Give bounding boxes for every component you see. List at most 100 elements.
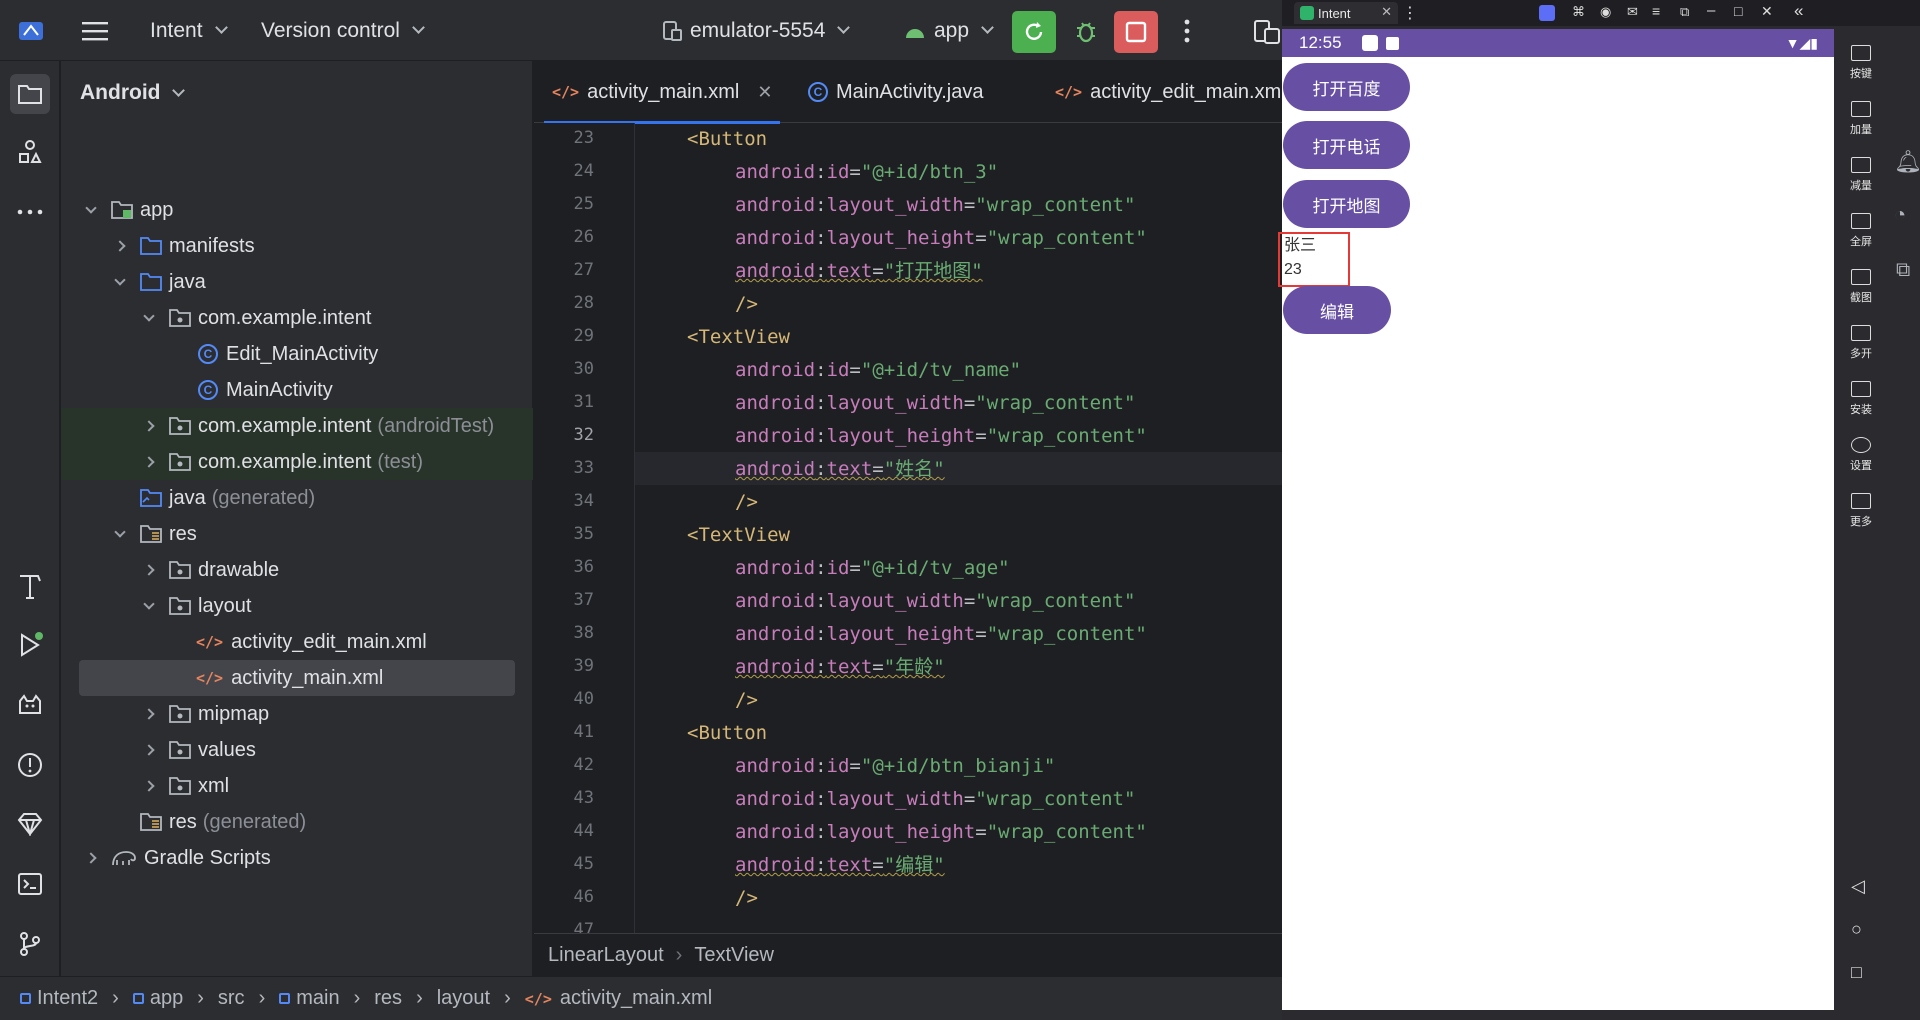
tree-node-package-androidtest[interactable]: com.example.intent (androidTest) [61,408,533,444]
tab-activity-main-xml[interactable]: </> activity_main.xml ✕ [543,61,781,124]
tree-node-gradle-scripts[interactable]: Gradle Scripts [61,840,533,876]
module-icon [20,993,31,1004]
code-line: <Button [687,722,768,744]
close-icon[interactable]: ✕ [1381,4,1392,20]
more-vert-icon[interactable]: ⋮ [1402,3,1418,23]
tree-node-mipmap[interactable]: mipmap [61,696,533,732]
breadcrumb-item[interactable]: TextView [694,944,774,967]
run-config-selector[interactable]: app [904,0,994,61]
logcat-icon[interactable] [10,685,50,725]
project-view-selector[interactable]: Android [80,81,186,105]
build-icon[interactable] [10,566,50,606]
vcs-widget[interactable]: Version control [261,0,425,61]
notification-a-icon [1385,36,1399,50]
rerun-button[interactable] [1012,11,1056,53]
tab-activity-edit-main-xml[interactable]: </> activity_edit_main.xm [1055,61,1281,123]
open-baidu-button[interactable]: 打开百度 [1283,63,1410,111]
tree-node-java[interactable]: java [61,264,533,300]
terminal-icon[interactable] [10,864,50,904]
more-button[interactable]: 更多 [1834,493,1888,529]
copy-icon[interactable]: ⧉ [1896,259,1910,282]
mail-icon[interactable]: ✉ [1627,4,1638,20]
status-path-item[interactable]: main [279,987,340,1010]
emulator-app-tab[interactable]: Intent ✕ [1294,2,1398,24]
tree-node-app[interactable]: app [61,192,533,228]
tree-node-edit-mainactivity[interactable]: C Edit_MainActivity [61,336,533,372]
open-phone-button[interactable]: 打开电话 [1283,121,1410,169]
git-branch-icon[interactable] [10,924,50,964]
tree-node-values[interactable]: values [61,732,533,768]
status-path-item[interactable]: res [374,987,402,1010]
resource-folder-icon [140,812,162,832]
status-path-item[interactable]: Intent2 [20,987,98,1010]
close-icon[interactable]: ✕ [757,82,772,103]
resource-manager-icon[interactable] [10,132,50,172]
status-path-item[interactable]: </> activity_main.xml [525,987,712,1010]
edit-button[interactable]: 编辑 [1283,286,1391,334]
tree-node-activity-edit-main-xml[interactable]: </> activity_edit_main.xml [61,624,533,660]
tree-node-drawable[interactable]: drawable [61,552,533,588]
volume-up-button[interactable]: 加量 [1834,101,1888,137]
boost-icon[interactable] [1539,5,1555,21]
status-path-item[interactable]: layout [437,987,490,1010]
keymap-button[interactable]: 按键 [1834,45,1888,81]
code-area[interactable]: <Button android:id="@+id/btn_3" android:… [634,123,1282,933]
more-tool-windows-icon[interactable] [10,192,50,232]
tree-label: activity_edit_main.xml [231,630,427,653]
chevron-down-icon [112,525,128,542]
stop-button[interactable] [1114,11,1158,53]
recents-square-icon[interactable]: □ [1851,962,1862,983]
problems-icon[interactable] [10,745,50,785]
xml-file-icon: </> [524,989,552,1008]
gem-icon[interactable] [10,804,50,844]
project-widget[interactable]: Intent [150,0,228,61]
tree-node-xml[interactable]: xml [61,768,533,804]
tree-node-manifests[interactable]: manifests [61,228,533,264]
tree-node-package[interactable]: com.example.intent [61,300,533,336]
tree-node-res[interactable]: res [61,516,533,552]
tree-node-java-generated[interactable]: java (generated) [61,480,533,516]
settings-button[interactable]: 设置 [1834,437,1888,473]
tab-mainactivity-java[interactable]: C MainActivity.java [808,61,983,123]
tree-node-layout[interactable]: layout [61,588,533,624]
tree-node-activity-main-xml[interactable]: </> activity_main.xml [79,660,515,696]
status-path-item[interactable]: app [132,987,183,1010]
package-icon [169,704,191,724]
fullscreen-button[interactable]: 全屏 [1834,213,1888,249]
back-triangle-icon[interactable]: ◁ [1851,876,1865,897]
debug-icon[interactable] [1073,0,1099,61]
tree-node-res-generated[interactable]: res (generated) [61,804,533,840]
home-circle-icon[interactable]: ○ [1851,919,1862,940]
account-icon[interactable]: ◉ [1600,4,1611,20]
project-folder-icon[interactable] [10,74,50,114]
tree-label: MainActivity [226,378,333,401]
minimize-icon[interactable]: – [1707,2,1715,19]
status-path-item[interactable]: src [218,987,245,1010]
run-icon[interactable] [10,625,50,665]
volume-down-button[interactable]: 减量 [1834,157,1888,193]
line-number: 28 [573,293,594,313]
device-selector[interactable]: emulator-5554 [662,0,851,61]
menu-icon[interactable]: ≡ [1652,3,1660,19]
breadcrumb-item[interactable]: LinearLayout [548,944,664,967]
tree-node-mainactivity[interactable]: C MainActivity [61,372,533,408]
open-map-button[interactable]: 打开地图 [1283,180,1410,228]
gamepad-icon[interactable]: ⌘ [1572,4,1585,20]
notifications-icon[interactable]: 🔔︎ [1894,149,1920,175]
restore-icon[interactable]: ⧉ [1680,4,1689,20]
close-icon[interactable]: ✕ [1761,3,1773,20]
install-apk-button[interactable]: 安装 [1834,381,1888,417]
screenshot-button[interactable]: 截图 [1834,269,1888,305]
maximize-icon[interactable]: □ [1734,3,1742,19]
class-icon: C [808,82,828,102]
device-manager-icon[interactable] [1253,0,1281,61]
tree-node-package-test[interactable]: com.example.intent (test) [61,444,533,480]
multi-instance-button[interactable]: 多开 [1834,325,1888,361]
android-studio-logo-icon[interactable] [18,0,44,61]
main-menu-icon[interactable] [82,0,108,61]
tree-label: activity_main.xml [231,666,384,689]
gradle-elephant-icon [111,848,137,868]
gradle-icon[interactable]: ◔ [1894,204,1906,227]
more-actions-icon[interactable] [1184,0,1190,61]
collapse-icon[interactable]: « [1794,1,1803,21]
